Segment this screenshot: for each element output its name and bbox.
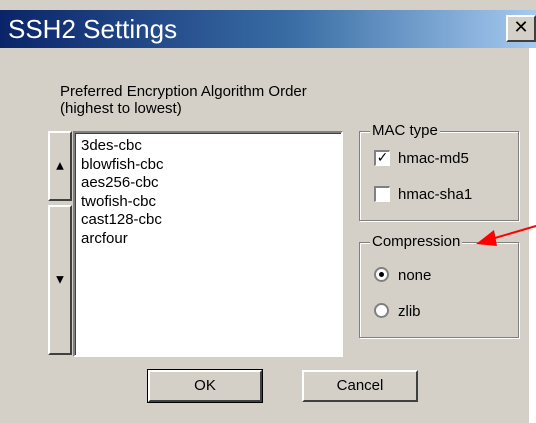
ssh2-settings-dialog: SSH2 Settings ✕ Preferred Encryption Alg…	[0, 0, 536, 423]
red-arrow-icon	[476, 225, 536, 246]
